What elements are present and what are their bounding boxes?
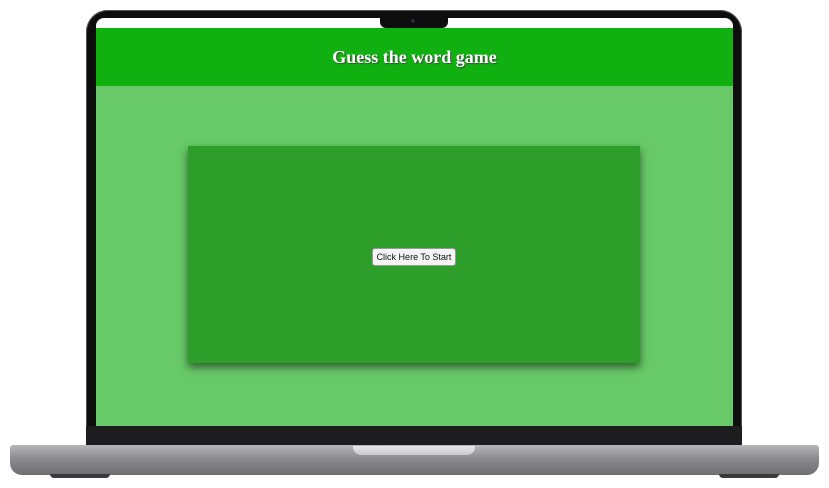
page-body: Click Here To Start (96, 86, 733, 426)
trackpad-notch (353, 446, 475, 455)
laptop-foot-left (50, 474, 110, 478)
laptop-screen: Guess the word game Click Here To Start (96, 18, 733, 426)
laptop-foot-right (719, 474, 779, 478)
page-header: Guess the word game (96, 28, 733, 86)
camera-icon (411, 19, 415, 23)
screen-bottom-bezel (86, 426, 742, 446)
page-title: Guess the word game (332, 46, 497, 67)
game-panel: Click Here To Start (188, 146, 640, 363)
start-game-button[interactable]: Click Here To Start (371, 247, 457, 266)
